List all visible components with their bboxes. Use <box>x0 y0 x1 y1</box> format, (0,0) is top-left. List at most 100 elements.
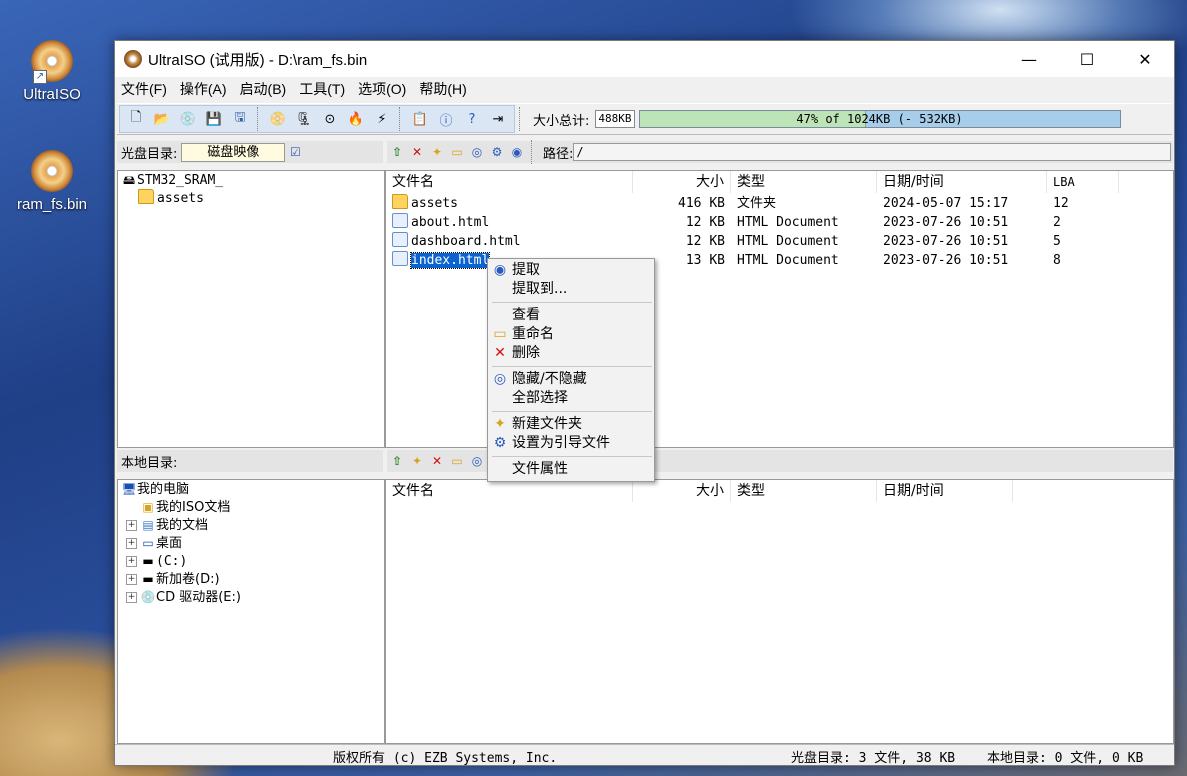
menu-item-hide-unhide[interactable]: ◎ 隐藏/不隐藏 <box>488 370 654 389</box>
boot-settings-icon[interactable]: ⚙ <box>489 144 505 160</box>
column-header-size[interactable]: 大小 <box>633 480 731 502</box>
expand-icon[interactable]: + <box>126 538 137 549</box>
iso-list-header: 文件名 大小 类型 日期/时间 LBA <box>386 171 1173 194</box>
tree-item-my-documents[interactable]: + ▤ 我的文档 <box>118 516 384 534</box>
menu-item-label: 删除 <box>512 345 540 361</box>
column-header-name[interactable]: 文件名 <box>386 171 633 193</box>
menu-options[interactable]: 选项(O) <box>356 79 415 99</box>
menu-item-properties[interactable]: 文件属性 <box>488 460 654 479</box>
path-field[interactable]: / <box>573 143 1171 161</box>
column-header-name[interactable]: 文件名 <box>386 480 633 502</box>
menu-item-select-all[interactable]: 全部选择 <box>488 389 654 408</box>
local-tree-root[interactable]: 🖥我的电脑 <box>118 480 384 498</box>
menu-tools[interactable]: 工具(T) <box>297 79 354 99</box>
make-cd-image-icon[interactable]: 📀 <box>268 109 288 129</box>
burn-icon[interactable]: 🔥 <box>346 109 366 129</box>
open-icon[interactable]: 📂 <box>152 109 172 129</box>
properties-icon[interactable]: 📋 <box>410 109 430 129</box>
extract-cd-icon[interactable]: 💿 <box>178 109 198 129</box>
documents-icon: ▤ <box>142 518 154 532</box>
rename-icon[interactable]: ▭ <box>449 453 465 469</box>
file-type: HTML Document <box>737 253 839 268</box>
column-header-type[interactable]: 类型 <box>731 171 877 193</box>
menu-item-rename[interactable]: ▭ 重命名 <box>488 325 654 344</box>
menu-item-set-boot-file[interactable]: ⚙ 设置为引导文件 <box>488 434 654 453</box>
iso-tree-root[interactable]: 🖴 STM32_SRAM_ <box>118 171 384 189</box>
hide-icon: ◎ <box>493 371 507 387</box>
save-icon[interactable]: 💾 <box>204 109 224 129</box>
expand-icon[interactable]: + <box>126 574 137 585</box>
file-date: 2023-07-26 10:51 <box>883 215 1009 230</box>
column-header-type[interactable]: 类型 <box>731 480 877 502</box>
tree-item-iso-docs[interactable]: ▣ 我的ISO文档 <box>118 498 384 516</box>
menu-file[interactable]: 文件(F) <box>119 79 176 99</box>
menu-item-extract-to[interactable]: 提取到... <box>488 280 654 299</box>
up-directory-icon[interactable]: ⇧ <box>389 144 405 160</box>
maximize-button[interactable]: ☐ <box>1058 41 1116 77</box>
iso-directory-label: 光盘目录: <box>121 146 178 162</box>
desktop-icon-ram-fs-bin[interactable]: ram_fs.bin <box>4 150 100 213</box>
iso-tree-item-assets[interactable]: assets <box>118 189 384 207</box>
column-header-date[interactable]: 日期/时间 <box>877 480 1013 502</box>
menu-item-label: 隐藏/不隐藏 <box>512 371 587 387</box>
disc-icon <box>31 150 73 192</box>
volume-edit-icon[interactable]: ☑ <box>287 144 303 160</box>
tree-item-desktop[interactable]: + ▭ 桌面 <box>118 534 384 552</box>
table-row[interactable]: dashboard.html 12 KB HTML Document 2023-… <box>386 232 1173 251</box>
menu-help[interactable]: 帮助(H) <box>417 79 475 99</box>
table-row[interactable]: about.html 12 KB HTML Document 2023-07-2… <box>386 213 1173 232</box>
hide-icon[interactable]: ◎ <box>469 144 485 160</box>
menu-bootable[interactable]: 启动(B) <box>238 79 296 99</box>
status-local-info: 本地目录: 0 文件, 0 KB <box>987 751 1144 766</box>
iso-file-toolbar: ⇧ ✕ ✦ ▭ ◎ ⚙ ◉ 路径: / <box>387 140 1173 164</box>
expand-icon[interactable]: + <box>126 520 137 531</box>
rename-icon[interactable]: ▭ <box>449 144 465 160</box>
iso-tree-pane: 🖴 STM32_SRAM_ assets <box>117 170 385 448</box>
info-icon[interactable]: ⓘ <box>436 109 456 129</box>
up-directory-icon[interactable]: ⇧ <box>389 453 405 469</box>
close-button[interactable]: ✕ <box>1116 41 1174 77</box>
save-as-icon[interactable]: 🖫 <box>230 109 250 129</box>
desktop-icon-label: ram_fs.bin <box>16 196 88 213</box>
exit-icon[interactable]: ⇥ <box>488 109 508 129</box>
virtual-drive-icon[interactable]: ⚡ <box>372 109 392 129</box>
menu-item-delete[interactable]: ✕ 删除 <box>488 344 654 363</box>
mount-icon[interactable]: ⊙ <box>320 109 340 129</box>
tree-item-drive-c[interactable]: + ▬ (C:) <box>118 552 384 570</box>
column-header-lba[interactable]: LBA <box>1047 171 1119 193</box>
toolbar-grip <box>519 107 523 131</box>
tree-item-drive-d[interactable]: + ▬ 新加卷(D:) <box>118 570 384 588</box>
new-folder-icon[interactable]: ✦ <box>409 453 425 469</box>
delete-icon[interactable]: ✕ <box>409 144 425 160</box>
hide-icon[interactable]: ◎ <box>469 453 485 469</box>
shortcut-arrow-icon: ↗ <box>33 70 47 84</box>
menu-item-view[interactable]: 查看 <box>488 306 654 325</box>
menu-item-label: 全部选择 <box>512 390 568 406</box>
menu-item-extract[interactable]: ◉ 提取 <box>488 261 654 280</box>
title-bar[interactable]: UltraISO (试用版) - D:\ram_fs.bin — ☐ ✕ <box>115 41 1174 77</box>
menu-item-label: 设置为引导文件 <box>512 435 610 451</box>
select-all-icon[interactable]: ◉ <box>509 144 525 160</box>
desktop-icon-ultraiso[interactable]: ↗ UltraISO <box>4 40 100 103</box>
window-title: UltraISO (试用版) - D:\ram_fs.bin <box>148 51 368 69</box>
column-header-date[interactable]: 日期/时间 <box>877 171 1047 193</box>
capacity-progress-text: 47% of 1024KB (- 532KB) <box>796 112 963 126</box>
column-header-size[interactable]: 大小 <box>633 171 731 193</box>
new-folder-icon[interactable]: ✦ <box>429 144 445 160</box>
table-row[interactable]: assets 416 KB 文件夹 2024-05-07 15:17 12 <box>386 194 1173 213</box>
menu-item-new-folder[interactable]: ✦ 新建文件夹 <box>488 415 654 434</box>
volume-label-field[interactable]: 磁盘映像 <box>181 142 286 162</box>
expand-icon[interactable]: + <box>126 556 137 567</box>
status-copyright: 版权所有 (c) EZB Systems, Inc. <box>333 751 558 766</box>
delete-icon[interactable]: ✕ <box>429 453 445 469</box>
local-directory-label: 本地目录: <box>121 455 178 471</box>
help-icon[interactable]: ? <box>462 109 482 129</box>
tree-item-cd-drive-e[interactable]: + 💿CD 驱动器(E:) <box>118 588 384 606</box>
new-icon[interactable]: 🗋 <box>126 109 146 129</box>
expand-icon[interactable]: + <box>126 592 137 603</box>
minimize-button[interactable]: — <box>1000 41 1058 77</box>
menu-actions[interactable]: 操作(A) <box>178 79 236 99</box>
compress-icon[interactable]: 🗜 <box>294 109 314 129</box>
local-file-list: 文件名 大小 类型 日期/时间 <box>385 479 1174 744</box>
tree-item-label: 我的文档 <box>156 518 209 533</box>
